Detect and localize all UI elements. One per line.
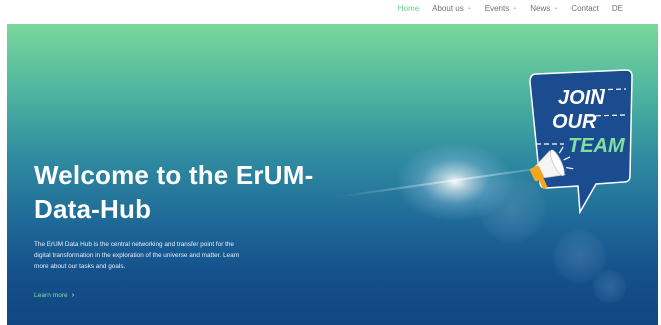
join-text-line2: OUR <box>552 111 597 133</box>
language-switch-de[interactable]: DE <box>612 4 623 13</box>
light-glow-decoration <box>395 142 515 222</box>
nav-item-label: Events <box>484 4 510 13</box>
hero-banner: Welcome to the ErUM- Data-Hub The ErUM D… <box>7 24 658 325</box>
chevron-right-icon: › <box>71 292 75 299</box>
hero-description-line: The ErUM Data Hub is the central network… <box>34 241 234 248</box>
hero-description-line: more about our tasks and goals. <box>34 263 126 270</box>
nav-item-contact[interactable]: Contact <box>571 4 599 13</box>
nav-item-events[interactable]: Events ⌄ <box>485 4 518 13</box>
join-our-team-badge[interactable]: JOIN OUR TEAM <box>522 64 634 224</box>
join-text-line3: TEAM <box>568 135 626 157</box>
nav-item-label: Contact <box>571 4 599 13</box>
hero-title-line: Welcome to the ErUM- <box>34 160 314 190</box>
hero-title-line: Data-Hub <box>34 194 152 224</box>
nav-item-news[interactable]: News ⌄ <box>530 4 558 13</box>
hero-description-line: digital transformation in the exploratio… <box>34 252 240 259</box>
chevron-down-icon: ⌄ <box>553 4 559 11</box>
hero-title: Welcome to the ErUM- Data-Hub <box>34 158 394 226</box>
learn-more-link[interactable]: Learn more › <box>34 292 74 299</box>
nav-menu: Home About us ⌄ Events ⌄ News ⌄ Contact … <box>398 4 623 13</box>
learn-more-label: Learn more <box>34 292 68 299</box>
join-text-line1: JOIN <box>558 87 605 109</box>
nav-item-about-us[interactable]: About us ⌄ <box>432 4 472 13</box>
chevron-down-icon: ⌄ <box>512 4 518 11</box>
nav-item-label: About us <box>432 4 464 13</box>
hero-description: The ErUM Data Hub is the central network… <box>34 239 309 272</box>
nav-item-label: DE <box>611 4 623 13</box>
top-navigation: Home About us ⌄ Events ⌄ News ⌄ Contact … <box>0 0 661 24</box>
chevron-down-icon: ⌄ <box>466 4 472 11</box>
lens-flare-decoration <box>592 269 627 304</box>
nav-item-home[interactable]: Home <box>398 4 419 13</box>
nav-item-label: News <box>530 4 551 13</box>
nav-item-label: Home <box>397 4 420 13</box>
